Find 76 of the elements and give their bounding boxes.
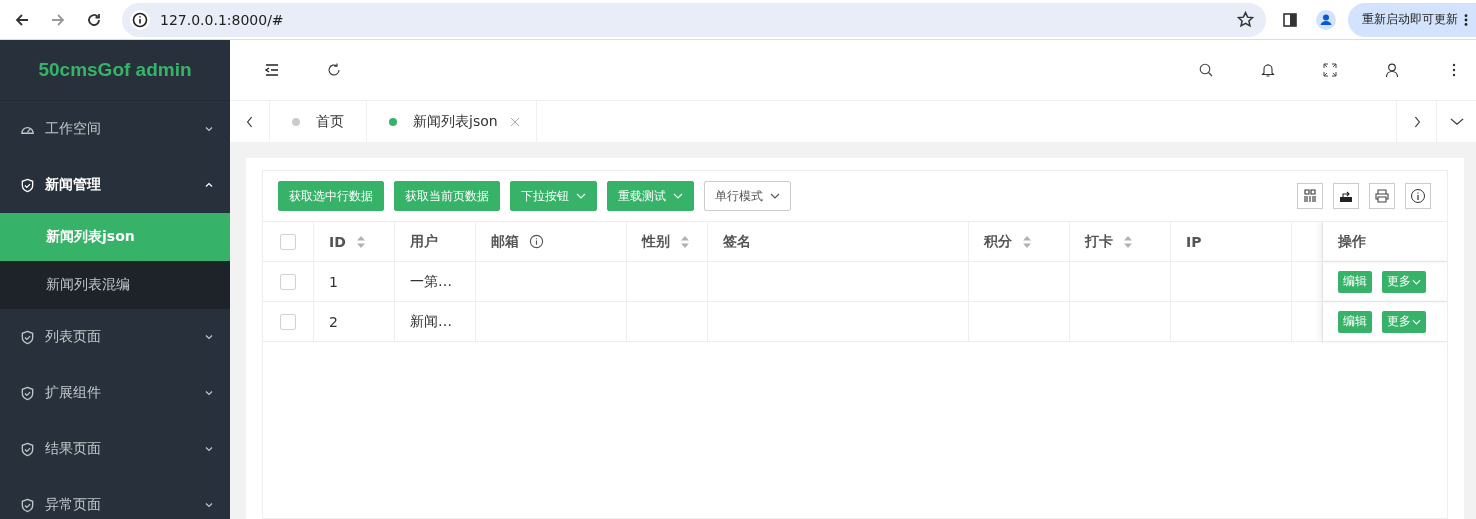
- table-cell: 1: [329, 273, 338, 290]
- menu-label: 工作空间: [45, 120, 102, 138]
- menu-item[interactable]: 异常页面: [0, 477, 230, 519]
- menu-label: 列表页面: [45, 328, 102, 346]
- table-cell: 2: [329, 313, 338, 330]
- forward-icon[interactable]: [50, 11, 66, 28]
- shield-check-icon: [20, 385, 35, 401]
- update-button[interactable]: 重新启动即可更新: [1348, 2, 1476, 37]
- toolbar-button[interactable]: 单行模式: [704, 181, 791, 211]
- menu-item[interactable]: 工作空间: [0, 101, 230, 157]
- page-tab[interactable]: 首页: [270, 101, 367, 142]
- caret-icon: [673, 193, 683, 199]
- info-icon[interactable]: [130, 9, 150, 30]
- shield-check-icon: [20, 441, 35, 457]
- menu-label: 扩展组件: [45, 384, 102, 402]
- column-header[interactable]: 签名: [708, 222, 969, 261]
- star-icon[interactable]: [1237, 11, 1254, 28]
- page-tab[interactable]: 新闻列表json: [367, 101, 537, 142]
- info-icon[interactable]: [529, 234, 544, 249]
- more-icon[interactable]: [1464, 12, 1468, 27]
- menu-item[interactable]: 结果页面: [0, 421, 230, 477]
- chevron-icon: [204, 180, 214, 190]
- fullscreen-icon[interactable]: [1322, 62, 1338, 78]
- printer-icon: [1374, 188, 1390, 204]
- chevron-left-icon: [245, 114, 254, 129]
- column-header[interactable]: 积分: [969, 222, 1070, 261]
- table-cell: 新闻…: [410, 312, 452, 331]
- column-header[interactable]: IP: [1171, 222, 1292, 261]
- table-cell: 一第…: [410, 272, 452, 291]
- info-icon: [1410, 188, 1426, 204]
- column-header[interactable]: 性别: [627, 222, 708, 261]
- bell-icon[interactable]: [1260, 62, 1276, 78]
- chevron-down-icon: [1449, 117, 1464, 126]
- refresh-icon[interactable]: [326, 62, 342, 78]
- back-icon[interactable]: [14, 11, 30, 28]
- address-bar[interactable]: 127.0.0.1:8000/#: [122, 2, 1266, 37]
- column-header[interactable]: ID: [314, 222, 395, 261]
- row-checkbox[interactable]: [280, 313, 296, 330]
- side-panel-icon[interactable]: [1282, 11, 1298, 28]
- profile-icon[interactable]: [1316, 9, 1336, 30]
- menu-item[interactable]: 扩展组件: [0, 365, 230, 421]
- select-all-checkbox[interactable]: [280, 233, 296, 250]
- print-button[interactable]: [1369, 183, 1395, 209]
- shield-check-icon: [20, 497, 35, 513]
- shield-check-icon: [20, 329, 35, 345]
- columns-button[interactable]: [1297, 183, 1323, 209]
- info-button[interactable]: [1405, 183, 1431, 209]
- chevron-icon: [204, 388, 214, 398]
- search-icon[interactable]: [1198, 62, 1214, 78]
- user-icon[interactable]: [1384, 62, 1400, 78]
- column-header: 操作: [1338, 232, 1366, 251]
- chevron-icon: [204, 500, 214, 510]
- submenu-item[interactable]: 新闻列表混编: [0, 261, 230, 309]
- menu-label: 异常页面: [45, 496, 102, 514]
- menu-label: 新闻管理: [45, 176, 102, 194]
- caret-icon: [1412, 318, 1421, 325]
- columns-icon: [1302, 188, 1318, 204]
- chevron-icon: [204, 332, 214, 342]
- menu-item[interactable]: 新闻管理: [0, 157, 230, 213]
- column-header[interactable]: 打卡: [1070, 222, 1171, 261]
- export-button[interactable]: [1333, 183, 1359, 209]
- shield-check-icon: [20, 177, 35, 193]
- menu-item[interactable]: 列表页面: [0, 309, 230, 365]
- row-checkbox[interactable]: [280, 273, 296, 290]
- caret-icon: [576, 193, 586, 199]
- menu-fold-icon[interactable]: [264, 62, 280, 78]
- column-header[interactable]: 邮箱: [476, 222, 627, 261]
- chevron-right-icon: [1412, 114, 1421, 129]
- caret-icon: [1412, 278, 1421, 285]
- column-header[interactable]: 用户: [395, 222, 476, 261]
- url-text: 127.0.0.1:8000/#: [160, 11, 285, 28]
- chevron-icon: [204, 444, 214, 454]
- reload-icon[interactable]: [86, 11, 102, 28]
- menu-label: 结果页面: [45, 440, 102, 458]
- chevron-icon: [204, 124, 214, 134]
- caret-icon: [770, 193, 780, 199]
